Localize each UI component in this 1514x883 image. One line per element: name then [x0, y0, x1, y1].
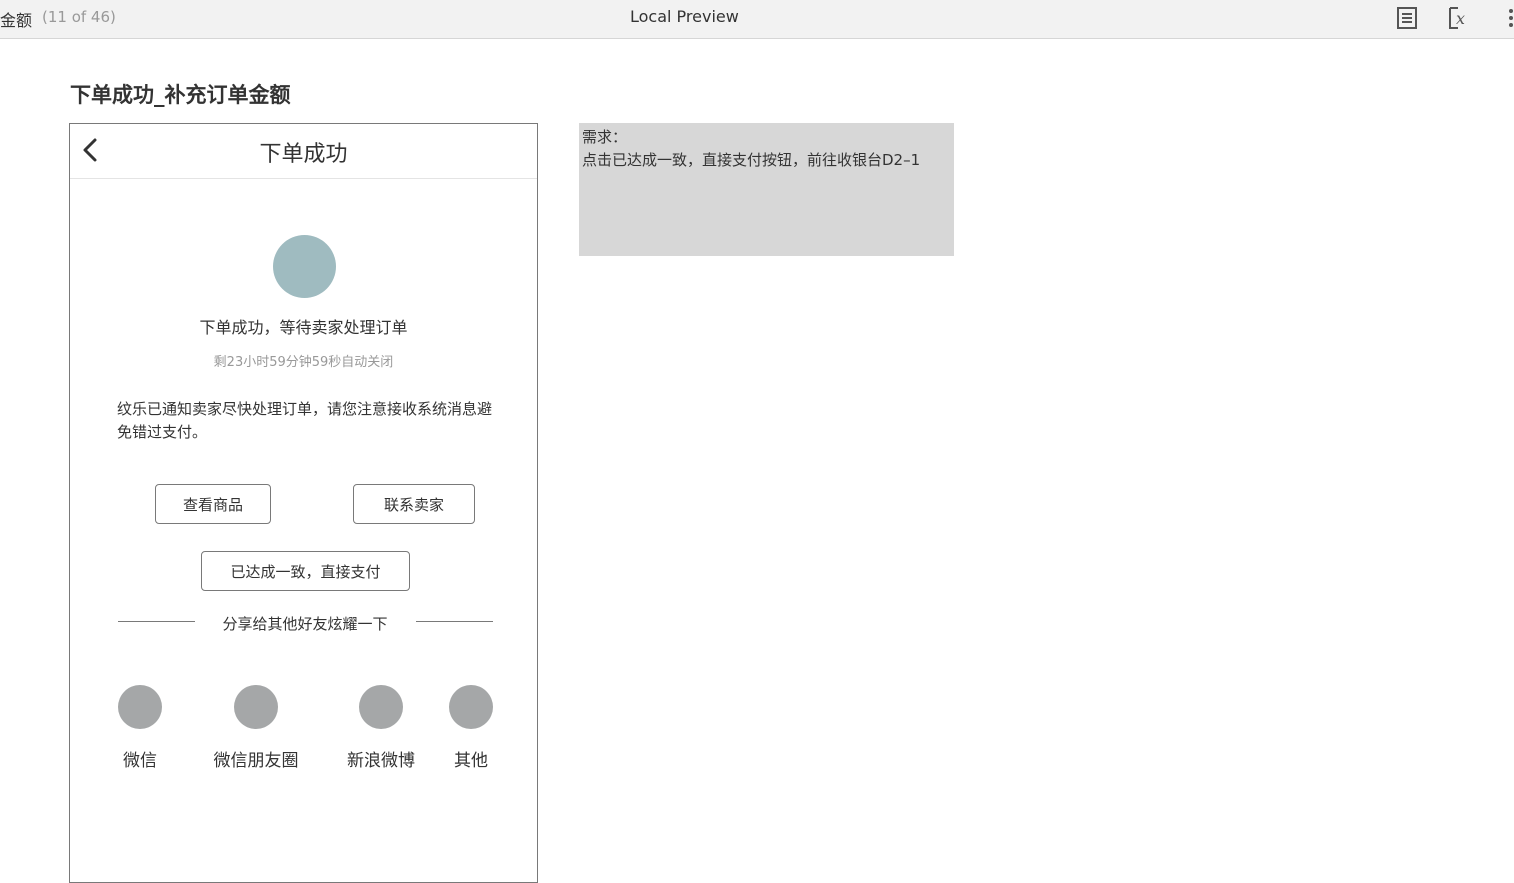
share-item-label: 微信朋友圈: [213, 751, 299, 771]
share-divider-right: [416, 621, 493, 622]
wechat-moments-icon: [234, 685, 278, 729]
app-title: Local Preview: [630, 7, 739, 26]
share-title: 分享给其他好友炫耀一下: [222, 615, 388, 633]
nav-bar: 下单成功: [70, 124, 537, 179]
share-other[interactable]: 其他: [442, 685, 500, 771]
wechat-icon: [118, 685, 162, 729]
contact-seller-button[interactable]: 联系卖家: [353, 484, 475, 524]
svg-text:x: x: [1456, 9, 1465, 28]
variable-icon[interactable]: x: [1447, 7, 1469, 29]
document-icon[interactable]: [1396, 7, 1418, 29]
more-icon[interactable]: [1500, 7, 1514, 29]
share-divider-left: [118, 621, 195, 622]
share-other-icon: [449, 685, 493, 729]
notice-text: 纹乐已通知卖家尽快处理订单，请您注意接收系统消息避免错过支付。: [117, 400, 493, 441]
pay-direct-button[interactable]: 已达成一致，直接支付: [201, 551, 410, 591]
share-item-label: 微信: [123, 751, 157, 771]
share-item-label: 新浪微博: [347, 751, 415, 771]
page-name: 金额: [0, 11, 33, 30]
page-heading: 下单成功_补充订单金额: [70, 83, 291, 107]
top-bar: 金额 (11 of 46) Local Preview x: [0, 0, 1514, 39]
page-count: (11 of 46): [42, 8, 116, 26]
requirement-note: 需求： 点击已达成一致，直接支付按钮，前往收银台D2–1: [579, 123, 954, 256]
weibo-icon: [359, 685, 403, 729]
share-weibo[interactable]: 新浪微博: [340, 685, 422, 771]
note-text: 点击已达成一致，直接支付按钮，前往收银台D2–1: [582, 151, 921, 169]
note-title: 需求：: [582, 128, 628, 146]
share-wechat-moments[interactable]: 微信朋友圈: [206, 685, 306, 771]
view-goods-button[interactable]: 查看商品: [155, 484, 271, 524]
status-text: 下单成功，等待卖家处理订单: [199, 318, 408, 337]
nav-title: 下单成功: [259, 142, 348, 167]
phone-frame: 下单成功 下单成功，等待卖家处理订单 剩23小时59分钟59秒自动关闭 纹乐已通…: [69, 123, 538, 883]
share-wechat[interactable]: 微信: [110, 685, 170, 771]
status-icon: [273, 235, 336, 298]
share-item-label: 其他: [454, 751, 488, 771]
countdown-text: 剩23小时59分钟59秒自动关闭: [213, 355, 394, 370]
